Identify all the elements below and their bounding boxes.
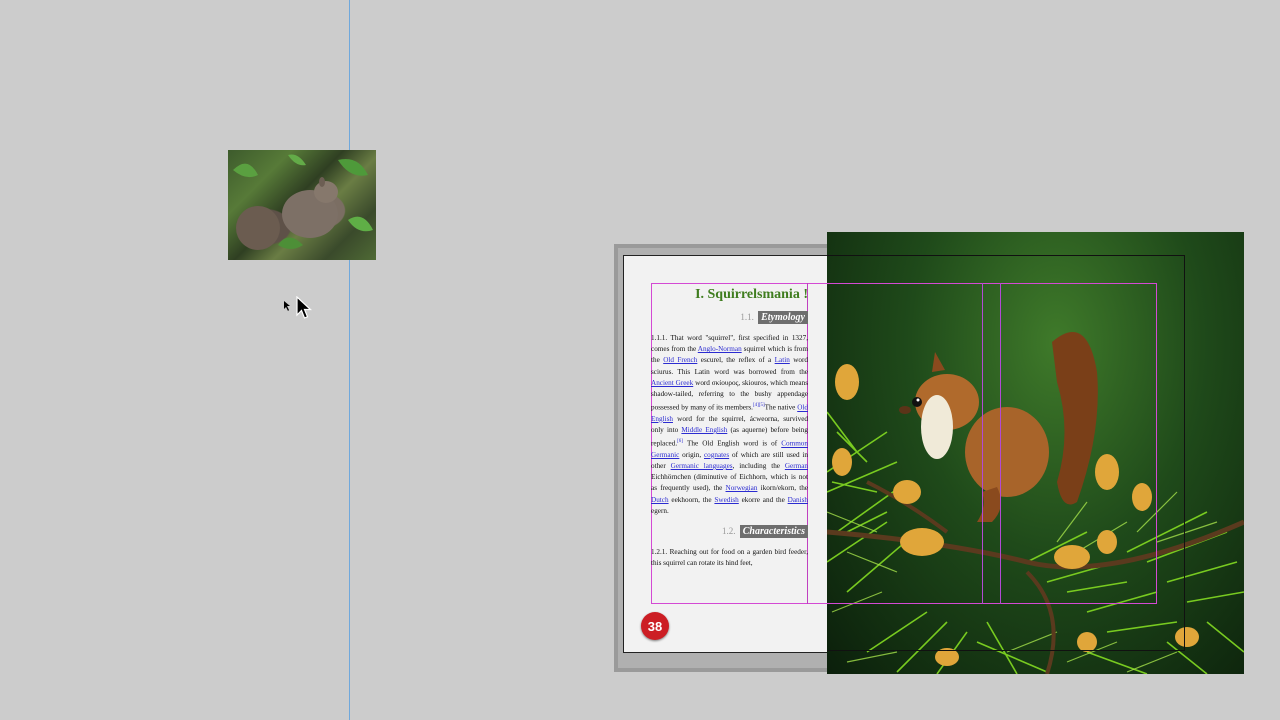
section-title: Etymology: [758, 311, 808, 324]
link-middle-english[interactable]: Middle English: [681, 426, 727, 434]
vertical-guide[interactable]: [349, 0, 350, 720]
column-guide-1: [982, 283, 983, 604]
text-frame[interactable]: I. Squirrelsmania ! 1.1. Etymology 1.1.1…: [651, 283, 808, 604]
paragraph-etymology: 1.1.1. That word "squirrel", first speci…: [651, 334, 808, 515]
small-arrow-icon: [284, 301, 290, 311]
squirrel-thumbnail-icon: [233, 154, 373, 250]
link-cognates[interactable]: cognates: [704, 451, 729, 459]
section-heading-etymology: 1.1. Etymology: [651, 311, 808, 324]
section-title: Characteristics: [739, 525, 808, 539]
link-anglo-norman[interactable]: Anglo-Norman: [698, 345, 742, 353]
link-old-french[interactable]: Old French: [663, 356, 697, 364]
placed-image-thumbnail[interactable]: [228, 150, 376, 260]
link-swedish[interactable]: Swedish: [714, 496, 738, 504]
chapter-title: I. Squirrelsmania !: [695, 287, 808, 302]
link-dutch[interactable]: Dutch: [651, 496, 669, 504]
arrow-pointer-icon: [296, 296, 313, 319]
footnote-ref[interactable]: [4][5]: [753, 403, 765, 408]
squirrel-photo[interactable]: [827, 232, 1244, 674]
paragraph-characteristics: 1.2.1. Reaching out for food on a garden…: [651, 548, 808, 568]
link-german[interactable]: German: [785, 462, 808, 470]
link-germanic-languages[interactable]: Germanic languages: [671, 462, 733, 470]
section-heading-characteristics: 1.2. Characteristics: [651, 525, 808, 539]
page-number-badge: 38: [641, 612, 669, 640]
section-number: 1.2.: [722, 526, 736, 537]
link-ancient-greek[interactable]: Ancient Greek: [651, 379, 693, 387]
link-latin[interactable]: Latin: [775, 356, 790, 364]
column-guide-2: [1000, 283, 1001, 604]
section-number: 1.1.: [740, 312, 754, 322]
link-norwegian[interactable]: Norwegian: [726, 484, 758, 492]
link-danish[interactable]: Danish: [788, 496, 808, 504]
pine-branch-icon: [827, 332, 1244, 674]
